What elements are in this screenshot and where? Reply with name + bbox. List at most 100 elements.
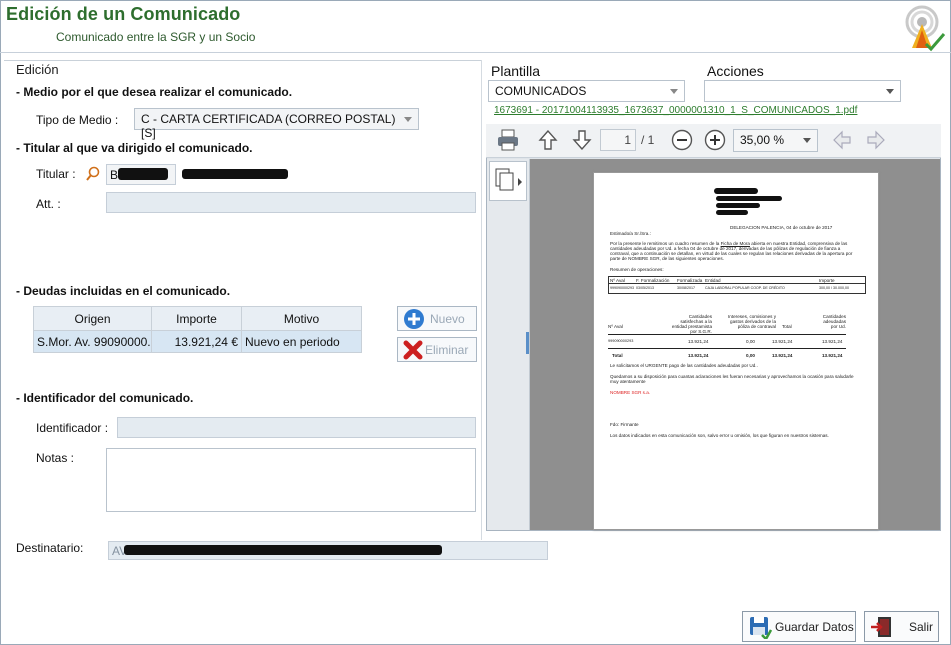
eliminar-button[interactable]: Eliminar	[397, 337, 477, 362]
page-number-input[interactable]: 1	[600, 129, 636, 151]
identificador-label: Identificador :	[36, 421, 109, 435]
col-origen[interactable]: Origen	[33, 306, 152, 331]
pdf-t1-cell: 300,00 / 30.000,00	[819, 286, 849, 290]
pdf-firma: Fdo: Firmante	[610, 422, 639, 427]
pdf-t1-cell: 999090000293	[610, 286, 634, 290]
chevron-down-icon	[886, 89, 894, 94]
col-importe[interactable]: Importe	[151, 306, 242, 331]
cell-origen[interactable]: S.Mor. Av. 99090000...	[33, 330, 152, 353]
pdf-t2-cell: 13.921,24	[822, 339, 843, 344]
att-field[interactable]	[106, 192, 476, 213]
pdf-t2-total: 13.921,24	[688, 353, 709, 358]
redaction-bar	[124, 545, 442, 555]
pdf-firma-label: Fdo:	[610, 422, 621, 427]
titular-label: Titular :	[36, 167, 76, 181]
chevron-down-icon	[670, 89, 678, 94]
pdf-t2-divider	[608, 334, 846, 335]
pdf-t1-cell: CAJA LABORAL POPULAR COOP. DE CRÉDITO	[705, 286, 785, 290]
pdf-file-link[interactable]: 1673691 - 20171004113935_1673637_0000001…	[494, 105, 857, 116]
identificador-heading: - Identificador del comunicado.	[16, 391, 194, 405]
cell-motivo[interactable]: Nuevo en periodo	[241, 330, 362, 353]
chevron-down-icon	[404, 117, 412, 122]
pdf-t1-col: Nº Aval	[610, 278, 625, 283]
pdf-sgr-name: NOMBRE SGR	[628, 256, 660, 261]
pdf-resumen: Resumen de operaciones:	[610, 267, 664, 272]
pdf-t2-col: Nº Aval	[608, 324, 623, 329]
acciones-select[interactable]	[704, 80, 901, 102]
search-titular-icon[interactable]	[84, 165, 102, 183]
plantilla-select[interactable]: COMUNICADOS	[488, 80, 685, 102]
zoom-in-icon[interactable]	[704, 129, 726, 154]
table-row[interactable]: S.Mor. Av. 99090000... 13.921,24 € Nuevo…	[33, 330, 362, 353]
col-motivo[interactable]: Motivo	[241, 306, 362, 331]
pdf-place-date: DELEGACION PALENCIA, 04 de octubre de 20…	[730, 225, 833, 230]
window-title: Edición de un Comunicado	[6, 4, 241, 24]
redaction-bar	[118, 168, 168, 180]
delete-x-icon	[403, 340, 423, 360]
pdf-body4c: , de las siguientes operaciones.	[659, 256, 724, 261]
print-icon[interactable]	[496, 129, 520, 154]
pdf-page: DELEGACION PALENCIA, 04 de octubre de 20…	[593, 172, 879, 530]
salir-button[interactable]: Salir	[864, 611, 939, 642]
redaction-bar	[716, 203, 760, 208]
pdf-legal: Los datos indicados en esta comunicación…	[610, 433, 829, 438]
splitter-handle[interactable]	[526, 332, 529, 354]
arrow-down-icon[interactable]	[572, 129, 592, 154]
edicion-group-title: Edición	[14, 62, 61, 77]
pdf-t2-total: 13.921,24	[822, 353, 843, 358]
save-icon	[750, 617, 772, 639]
chevron-down-icon	[803, 138, 811, 143]
pdf-t1-col: F. Formalización	[636, 278, 670, 283]
tipo-medio-label: Tipo de Medio :	[36, 113, 119, 127]
pdf-sgr-signature: NOMBRE SGR s.a.	[610, 390, 651, 395]
forward-arrow-icon[interactable]	[866, 130, 886, 153]
pdf-body-line4: parte de NOMBRE SGR, de las siguientes o…	[610, 256, 724, 261]
notas-label: Notas :	[36, 451, 75, 465]
app-logo-icon	[898, 2, 946, 52]
pdf-t2-col: Intereses, comisiones y gastos derivados…	[728, 314, 776, 329]
redaction-bar	[716, 196, 782, 201]
grid-header-row: Origen Importe Motivo	[33, 306, 362, 331]
pdf-table-operaciones: Nº Aval F. Formalización Formalizada Ent…	[608, 276, 866, 294]
thumbnail-strip	[487, 159, 530, 530]
guardar-datos-button[interactable]: Guardar Datos	[742, 611, 856, 642]
cell-importe[interactable]: 13.921,24 €	[151, 330, 242, 353]
pdf-t1-col: Entidad	[705, 278, 721, 283]
pdf-t2-col: Cantidades satisfechas a la entidad pres…	[671, 314, 712, 334]
tipo-medio-select[interactable]: C - CARTA CERTIFICADA (CORREO POSTAL) [S…	[134, 108, 419, 140]
salir-label: Salir	[909, 620, 934, 634]
window-subtitle: Comunicado entre la SGR y un Socio	[56, 30, 256, 44]
pdf-t1-cell: 30/08/2017	[677, 286, 695, 290]
deudas-grid[interactable]: Origen Importe Motivo S.Mor. Av. 9909000…	[33, 306, 362, 353]
zoom-select[interactable]: 35,00 %	[733, 129, 818, 152]
identificador-field[interactable]	[117, 417, 476, 438]
pdf-urgent: Le solicitamos el URGENTE pago de las ca…	[610, 363, 758, 368]
back-arrow-icon[interactable]	[832, 130, 852, 153]
pane-divider	[481, 60, 482, 540]
redaction-bar	[182, 169, 288, 179]
pdf-firmante: Firmante	[620, 422, 639, 427]
pdf-greeting: Estimado/a Sr./Sra.:	[610, 231, 651, 236]
pdf-body4a: parte de	[610, 256, 629, 261]
exit-door-icon	[871, 617, 891, 637]
att-label: Att. :	[36, 197, 61, 211]
pdf-t2-cell: 0,00	[746, 339, 755, 344]
thumbnails-toggle[interactable]	[489, 161, 527, 201]
zoom-value: 35,00 %	[740, 133, 785, 147]
plantilla-label: Plantilla	[491, 63, 541, 79]
destinatario-label: Destinatario:	[16, 541, 84, 555]
pdf-t2-cell: 999090000293	[608, 339, 634, 343]
pdf-closing2: muy atentamente	[610, 379, 646, 384]
notas-textarea[interactable]	[106, 448, 476, 512]
guardar-datos-label: Guardar Datos	[775, 620, 854, 634]
medio-heading: - Medio por el que desea realizar el com…	[16, 85, 293, 99]
arrow-up-icon[interactable]	[538, 129, 558, 154]
header-divider	[0, 52, 951, 53]
nuevo-button[interactable]: Nuevo	[397, 306, 477, 331]
pdf-t2-total: 13.921,24	[772, 353, 793, 358]
pdf-t2-divider	[608, 348, 846, 349]
zoom-out-icon[interactable]	[671, 129, 693, 154]
pdf-t2-cell: 13.921,24	[688, 339, 709, 344]
plantilla-value: COMUNICADOS	[495, 84, 587, 98]
redaction-bar	[716, 210, 748, 215]
